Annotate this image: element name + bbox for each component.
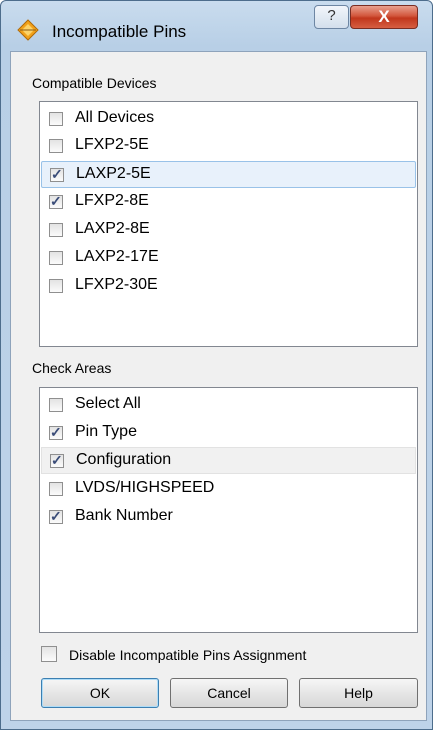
cancel-button[interactable]: Cancel [170,678,288,708]
device-item-laxp2-5e[interactable]: LAXP2-5E [41,161,416,188]
list-item-label: Configuration [76,451,172,468]
incompatible-pins-dialog: Incompatible Pins ? X Compatible Devices… [0,0,433,730]
list-item-label: LAXP2-8E [75,220,150,237]
compatible-devices-label: Compatible Devices [32,75,157,91]
checkbox[interactable] [49,223,63,237]
device-item-laxp2-8e[interactable]: LAXP2-8E [41,217,416,244]
check-areas-label: Check Areas [32,360,112,376]
window-title: Incompatible Pins [52,22,187,41]
app-diamond-icon [17,19,39,41]
list-item-label: LVDS/HIGHSPEED [75,479,215,496]
checkbox-checked[interactable] [50,452,64,469]
checkbox[interactable] [49,139,63,153]
title-bar[interactable]: Incompatible Pins ? X [1,1,432,51]
disable-assignment-checkbox[interactable] [41,646,57,662]
list-item-label: All Devices [75,109,155,126]
checkbox[interactable] [49,482,63,496]
checkbox[interactable] [49,279,63,293]
compatible-devices-list[interactable]: All Devices LFXP2-5E LAXP2-5E LFXP2-8E L… [39,101,418,347]
list-item-label: Select All [75,395,141,412]
checkbox-checked[interactable] [49,508,63,525]
checkbox-checked[interactable] [49,424,63,441]
area-item-select-all[interactable]: Select All [41,392,416,419]
help-title-button[interactable]: ? [314,5,349,29]
list-item-label: Pin Type [75,423,137,440]
device-item-laxp2-17e[interactable]: LAXP2-17E [41,245,416,272]
area-item-bank-number[interactable]: Bank Number [41,504,416,531]
list-item-label: LFXP2-8E [75,192,149,209]
list-item-label: Bank Number [75,507,173,524]
area-item-lvds-highspeed[interactable]: LVDS/HIGHSPEED [41,476,416,503]
list-item-label: LFXP2-5E [75,136,149,153]
checkbox[interactable] [49,398,63,412]
checkbox-checked[interactable] [49,193,63,210]
area-item-configuration[interactable]: Configuration [41,447,416,474]
disable-assignment-label[interactable]: Disable Incompatible Pins Assignment [69,647,306,663]
checkbox[interactable] [49,112,63,126]
device-item-lfxp2-8e[interactable]: LFXP2-8E [41,189,416,216]
close-button[interactable]: X [350,5,418,29]
check-areas-list[interactable]: Select All Pin Type Configuration LVDS/H… [39,387,418,633]
checkbox[interactable] [49,251,63,265]
checkbox-checked[interactable] [50,166,64,183]
ok-button[interactable]: OK [41,678,159,708]
help-button[interactable]: Help [299,678,418,708]
device-item-all-devices[interactable]: All Devices [41,106,416,133]
area-item-pin-type[interactable]: Pin Type [41,420,416,447]
list-item-label: LAXP2-17E [75,248,159,265]
device-item-lfxp2-5e[interactable]: LFXP2-5E [41,133,416,160]
list-item-label: LAXP2-5E [76,165,151,182]
device-item-lfxp2-30e[interactable]: LFXP2-30E [41,273,416,300]
list-item-label: LFXP2-30E [75,276,158,293]
